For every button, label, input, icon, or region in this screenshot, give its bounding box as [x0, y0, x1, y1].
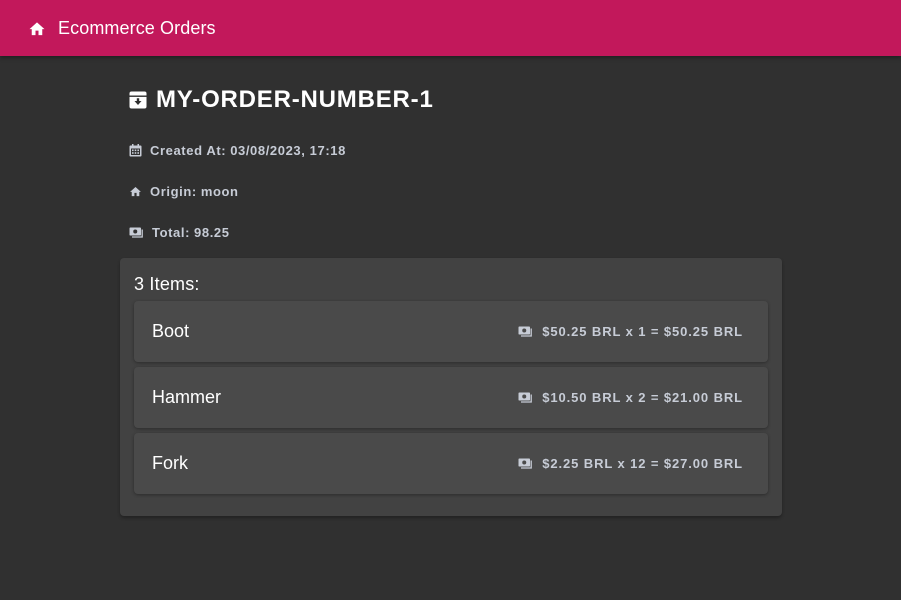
- created-at-label: Created At:: [150, 142, 227, 158]
- item-price-text: $50.25 BRL x 1 = $50.25 BRL: [542, 324, 743, 339]
- order-detail: MY-ORDER-NUMBER-1 Created At: 03/08/2023…: [120, 56, 782, 516]
- origin-value: moon: [200, 183, 239, 199]
- item-price-text: $10.50 BRL x 2 = $21.00 BRL: [542, 390, 743, 405]
- money-icon: [518, 325, 534, 338]
- home-icon[interactable]: [27, 18, 47, 38]
- total-row: Total: 98.25: [120, 223, 782, 241]
- money-icon: [518, 457, 534, 470]
- item-price: $2.25 BRL x 12 = $27.00 BRL: [518, 456, 743, 471]
- app-bar: Ecommerce Orders: [0, 0, 901, 56]
- item-name: Boot: [152, 321, 190, 341]
- origin-label: Origin:: [150, 183, 197, 199]
- home-icon: [129, 185, 142, 198]
- money-icon: [518, 391, 534, 404]
- app-title: Ecommerce Orders: [58, 17, 216, 38]
- total-label: Total:: [152, 224, 191, 240]
- list-item[interactable]: Boot $50.25 BRL x 1 = $50.25 BRL: [134, 301, 768, 362]
- total-value: 98.25: [194, 224, 230, 240]
- order-header: MY-ORDER-NUMBER-1: [120, 85, 782, 115]
- item-price-text: $2.25 BRL x 12 = $27.00 BRL: [542, 456, 743, 471]
- item-name: Hammer: [152, 387, 222, 407]
- calendar-icon: [129, 143, 142, 157]
- list-item[interactable]: Fork $2.25 BRL x 12 = $27.00 BRL: [134, 433, 768, 494]
- archive-box-icon: [129, 91, 147, 109]
- list-item[interactable]: Hammer $10.50 BRL x 2 = $21.00 BRL: [134, 367, 768, 428]
- money-icon: [129, 226, 144, 239]
- created-at-value: 03/08/2023, 17:18: [230, 142, 346, 158]
- created-at-row: Created At: 03/08/2023, 17:18: [120, 141, 782, 159]
- item-price: $10.50 BRL x 2 = $21.00 BRL: [518, 390, 743, 405]
- items-card: 3 Items: Boot $50.25 BRL x 1 = $50.25 BR…: [120, 258, 782, 516]
- item-price: $50.25 BRL x 1 = $50.25 BRL: [518, 324, 743, 339]
- items-heading: 3 Items:: [134, 273, 200, 294]
- origin-row: Origin: moon: [120, 182, 782, 200]
- order-number: MY-ORDER-NUMBER-1: [156, 86, 434, 113]
- item-name: Fork: [152, 453, 188, 473]
